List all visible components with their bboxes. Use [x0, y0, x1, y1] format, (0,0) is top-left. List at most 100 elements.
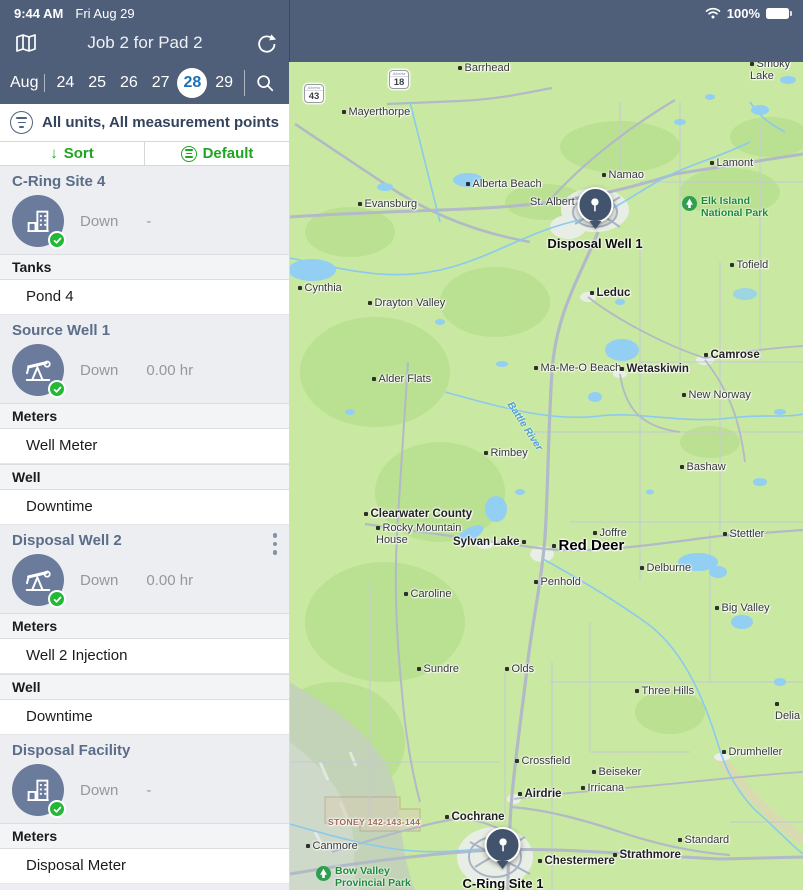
unit-value: 0.00 hr	[146, 362, 193, 379]
refresh-button[interactable]	[252, 29, 280, 57]
page-title: Job 2 for Pad 2	[0, 26, 290, 60]
map-label: Three Hills	[635, 685, 694, 697]
park-label: Elk Island National Park	[682, 196, 768, 219]
map-label: Rocky Mountain House	[376, 522, 461, 546]
map-label: Airdrie	[518, 788, 562, 800]
section-header: Meters	[0, 613, 289, 639]
day-25[interactable]: 25	[82, 68, 112, 98]
map-label: Namao	[602, 169, 644, 181]
map-label: Rimbey	[484, 447, 528, 459]
pushpin-icon	[485, 827, 521, 863]
pumpjack-avatar-icon	[12, 344, 64, 396]
map-label: STONEY 142-143-144	[328, 816, 420, 828]
status-date: Fri Aug 29	[75, 6, 134, 21]
default-button[interactable]: Default	[144, 142, 289, 165]
unit-row[interactable]: Down -	[12, 763, 277, 817]
map-pin-disposal-well-1[interactable]: Disposal Well 1	[547, 187, 642, 251]
sort-toolbar: ↓ Sort Default	[0, 142, 289, 166]
search-button[interactable]	[249, 67, 281, 99]
status-ok-badge	[48, 231, 66, 249]
refresh-icon	[255, 32, 278, 55]
status-bar: 9:44 AM Fri Aug 29 100%	[0, 0, 803, 26]
facility-avatar-icon	[12, 195, 64, 247]
sort-button[interactable]: ↓ Sort	[0, 142, 144, 165]
date-days: 242526272829	[49, 68, 240, 98]
map-label: Crossfield	[515, 755, 570, 767]
park-label: Bow Valley Provincial Park	[316, 866, 411, 889]
map-label: New Norway	[682, 389, 751, 401]
unit-value: -	[146, 782, 151, 799]
unit-row[interactable]: Down 0.00 hr	[12, 553, 277, 607]
unit-row[interactable]: Down0.00 hr	[12, 343, 277, 397]
measurement-item[interactable]: Downtime	[0, 490, 289, 525]
unit-group: C-Ring Site 1	[0, 884, 289, 890]
map-label: Red Deer	[552, 540, 624, 552]
default-label: Default	[203, 145, 254, 162]
top-header: 9:44 AM Fri Aug 29 100% Job 2 for Pad 2	[0, 0, 803, 62]
default-icon	[181, 146, 197, 162]
group-menu-button[interactable]	[269, 529, 282, 559]
sort-label: Sort	[64, 145, 94, 162]
status-ok-badge	[48, 380, 66, 398]
map-label: Camrose	[704, 349, 760, 361]
measurement-item[interactable]: Disposal Meter	[0, 849, 289, 884]
unit-value: 0.00 hr	[146, 572, 193, 589]
pin-tail	[497, 861, 509, 875]
unit-status: Down	[80, 572, 118, 589]
map-label: Delia	[775, 698, 803, 722]
pin-label: C-Ring Site 1	[463, 876, 544, 890]
map-label: Drayton Valley	[368, 297, 445, 309]
map-label: Ma-Me-O Beach	[534, 362, 621, 374]
map-label: Caroline	[404, 588, 451, 600]
filter-bar[interactable]: All units, All measurement points	[0, 104, 289, 142]
map-label: Olds	[505, 663, 534, 675]
section-header: Meters	[0, 403, 289, 429]
map-label: Alder Flats	[372, 373, 431, 385]
status-time: 9:44 AM	[14, 6, 63, 21]
unit-list: C-Ring Site 4Down-TanksPond 4Source Well…	[0, 166, 289, 890]
map-label: Cochrane	[445, 811, 505, 823]
unit-group: Disposal Well 2 Down 0.00 hr	[0, 525, 289, 613]
day-27[interactable]: 27	[146, 68, 176, 98]
map-label: Wetaskiwin	[620, 363, 689, 375]
map-label: Smoky Lake	[750, 62, 803, 82]
map-label: Leduc	[590, 287, 630, 299]
map-label: Penhold	[534, 576, 581, 588]
search-icon	[255, 73, 275, 93]
map-label: Standard	[678, 834, 729, 846]
unit-group-name: Source Well 1	[12, 322, 277, 339]
map-label: Strathmore	[613, 849, 681, 861]
map-label: Sylvan Lake	[453, 536, 526, 548]
divider	[244, 70, 245, 96]
unit-group-name: Disposal Well 2	[12, 532, 277, 549]
day-28[interactable]: 28	[177, 68, 207, 98]
highway-shield: Alberta18	[389, 70, 409, 89]
map-pin-c-ring-site-1[interactable]: C-Ring Site 1	[463, 827, 544, 890]
unit-value: -	[146, 213, 151, 230]
map-view[interactable]: BarrheadSmoky LakeMayerthorpeAlberta Bea…	[290, 62, 803, 890]
pumpjack-avatar-icon	[12, 554, 64, 606]
day-26[interactable]: 26	[114, 68, 144, 98]
map-label: Tofield	[730, 259, 768, 271]
day-24[interactable]: 24	[50, 68, 80, 98]
status-ok-badge	[48, 590, 66, 608]
battery-icon	[766, 8, 789, 19]
nav-bar: Job 2 for Pad 2	[0, 26, 290, 62]
app: 9:44 AM Fri Aug 29 100% Job 2 for Pad 2	[0, 0, 803, 890]
unit-group: C-Ring Site 4 Down-	[0, 166, 289, 254]
filter-icon	[10, 111, 33, 134]
unit-group-name: C-Ring Site 4	[12, 173, 277, 190]
park-tree-icon	[316, 866, 331, 886]
measurement-item[interactable]: Downtime	[0, 700, 289, 735]
shield-number: 43	[305, 91, 323, 103]
day-29[interactable]: 29	[209, 68, 239, 98]
unit-status: Down	[80, 782, 118, 799]
measurement-item[interactable]: Well 2 Injection	[0, 639, 289, 674]
measurement-item[interactable]: Pond 4	[0, 280, 289, 315]
battery-percent: 100%	[727, 6, 760, 21]
measurement-item[interactable]: Well Meter	[0, 429, 289, 464]
park-name: Bow Valley Provincial Park	[335, 866, 411, 889]
month-label: Aug	[10, 74, 38, 92]
unit-row[interactable]: Down-	[12, 194, 277, 248]
sidebar: Aug 242526272829 All units, All measurem…	[0, 62, 290, 890]
